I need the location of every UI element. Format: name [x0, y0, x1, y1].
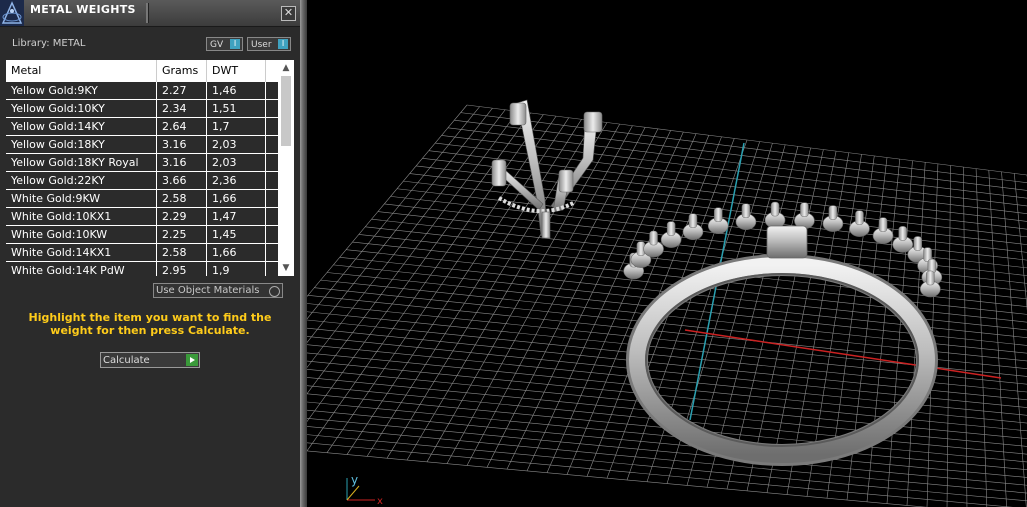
x-axis-line [684, 329, 1002, 379]
cell-grams: 2.29 [157, 208, 207, 225]
gv-indicator-icon: I [230, 39, 240, 49]
instruction-text: Highlight the item you want to find the … [28, 311, 272, 337]
table-header: Metal Grams DWT [6, 60, 278, 82]
prong-setting-model[interactable] [491, 99, 603, 239]
radio-icon[interactable] [269, 286, 280, 297]
gv-library-button[interactable]: GV I [206, 37, 243, 51]
gizmo-y-label: y [351, 473, 358, 487]
scroll-down-icon[interactable]: ▼ [278, 262, 294, 274]
cell-pad [266, 136, 278, 153]
cell-dwt: 1,66 [207, 190, 266, 207]
cell-pad [266, 118, 278, 135]
cell-metal: White Gold:9KW [6, 190, 157, 207]
titlebar-divider [146, 3, 149, 23]
play-arrow-icon[interactable] [186, 354, 198, 366]
user-library-button[interactable]: User I [247, 37, 291, 51]
cell-dwt: 1,9 [207, 262, 266, 276]
cell-pad [266, 82, 278, 99]
3d-viewport[interactable]: y x [307, 0, 1027, 507]
cell-metal: Yellow Gold:18KY Royal [6, 154, 157, 171]
cell-dwt: 1,66 [207, 244, 266, 261]
cell-pad [266, 208, 278, 225]
cell-grams: 2.64 [157, 118, 207, 135]
cell-pad [266, 154, 278, 171]
close-button[interactable]: ✕ [281, 6, 296, 21]
cell-grams: 2.27 [157, 82, 207, 99]
cell-metal: White Gold:14K PdW [6, 262, 157, 276]
use-object-materials-label: Use Object Materials [156, 285, 260, 296]
column-header-metal[interactable]: Metal [6, 60, 157, 82]
panel-titlebar[interactable]: METAL WEIGHTS ✕ [0, 0, 300, 27]
cell-metal: Yellow Gold:14KY [6, 118, 157, 135]
viewport-canvas: y x [307, 99, 1027, 507]
column-header-grams[interactable]: Grams [157, 60, 207, 82]
calculate-button[interactable]: Calculate [100, 352, 200, 368]
axis-gizmo: y x [346, 473, 383, 507]
table-row[interactable]: Yellow Gold:14KY 2.64 1,7 [6, 118, 278, 136]
cell-grams: 3.16 [157, 136, 207, 153]
panel-splitter[interactable] [300, 0, 307, 507]
cell-grams: 2.58 [157, 190, 207, 207]
cell-metal: White Gold:10KW [6, 226, 157, 243]
user-indicator-icon: I [278, 39, 288, 49]
metal-table: Metal Grams DWT Yellow Gold:9KY 2.27 1,46 Y… [6, 60, 294, 276]
cell-metal: White Gold:14KX1 [6, 244, 157, 261]
cell-grams: 3.16 [157, 154, 207, 171]
cell-grams: 2.34 [157, 100, 207, 117]
cell-pad [266, 262, 278, 276]
cell-metal: Yellow Gold:18KY [6, 136, 157, 153]
table-scrollbar[interactable]: ▲ ▼ [278, 60, 294, 276]
table-row[interactable]: Yellow Gold:10KY 2.34 1,51 [6, 100, 278, 118]
table-row[interactable]: Yellow Gold:22KY 3.66 2,36 [6, 172, 278, 190]
cell-pad [266, 100, 278, 117]
ring-model[interactable] [623, 201, 943, 466]
cell-metal: White Gold:10KX1 [6, 208, 157, 225]
table-body: Yellow Gold:9KY 2.27 1,46 Yellow Gold:10KY 2… [6, 82, 278, 276]
cell-pad [266, 172, 278, 189]
cell-grams: 2.95 [157, 262, 207, 276]
cell-grams: 2.58 [157, 244, 207, 261]
table-row[interactable]: White Gold:10KW 2.25 1,45 [6, 226, 278, 244]
table-row[interactable]: White Gold:10KX1 2.29 1,47 [6, 208, 278, 226]
gv-label: GV [210, 40, 224, 50]
cell-metal: Yellow Gold:9KY [6, 82, 157, 99]
cell-pad [266, 244, 278, 261]
cell-dwt: 2,03 [207, 154, 266, 171]
cell-dwt: 1,46 [207, 82, 266, 99]
scroll-thumb[interactable] [281, 76, 291, 146]
library-label: Library: METAL [12, 38, 86, 49]
cell-dwt: 1,47 [207, 208, 266, 225]
column-header-dwt[interactable]: DWT [207, 60, 266, 82]
cell-dwt: 1,51 [207, 100, 266, 117]
panel-title: METAL WEIGHTS [30, 3, 136, 16]
cell-grams: 2.25 [157, 226, 207, 243]
table-row[interactable]: White Gold:14KX1 2.58 1,66 [6, 244, 278, 262]
table-row[interactable]: White Gold:14K PdW 2.95 1,9 [6, 262, 278, 276]
use-object-materials-toggle[interactable]: Use Object Materials [153, 283, 283, 298]
cell-dwt: 1,7 [207, 118, 266, 135]
cell-grams: 3.66 [157, 172, 207, 189]
cell-dwt: 1,45 [207, 226, 266, 243]
table-row[interactable]: Yellow Gold:18KY 3.16 2,03 [6, 136, 278, 154]
user-label: User [251, 40, 272, 50]
cell-pad [266, 226, 278, 243]
table-row[interactable]: Yellow Gold:18KY Royal 3.16 2,03 [6, 154, 278, 172]
cell-metal: Yellow Gold:22KY [6, 172, 157, 189]
cell-dwt: 2,03 [207, 136, 266, 153]
metal-weights-panel: METAL WEIGHTS ✕ Library: METAL GV I User… [0, 0, 300, 507]
app-logo-icon [0, 0, 24, 26]
table-row[interactable]: Yellow Gold:9KY 2.27 1,46 [6, 82, 278, 100]
gizmo-x-label: x [377, 496, 383, 507]
cell-pad [266, 190, 278, 207]
table-row[interactable]: White Gold:9KW 2.58 1,66 [6, 190, 278, 208]
calculate-label: Calculate [103, 355, 150, 366]
scroll-up-icon[interactable]: ▲ [278, 62, 294, 74]
cell-metal: Yellow Gold:10KY [6, 100, 157, 117]
cell-dwt: 2,36 [207, 172, 266, 189]
